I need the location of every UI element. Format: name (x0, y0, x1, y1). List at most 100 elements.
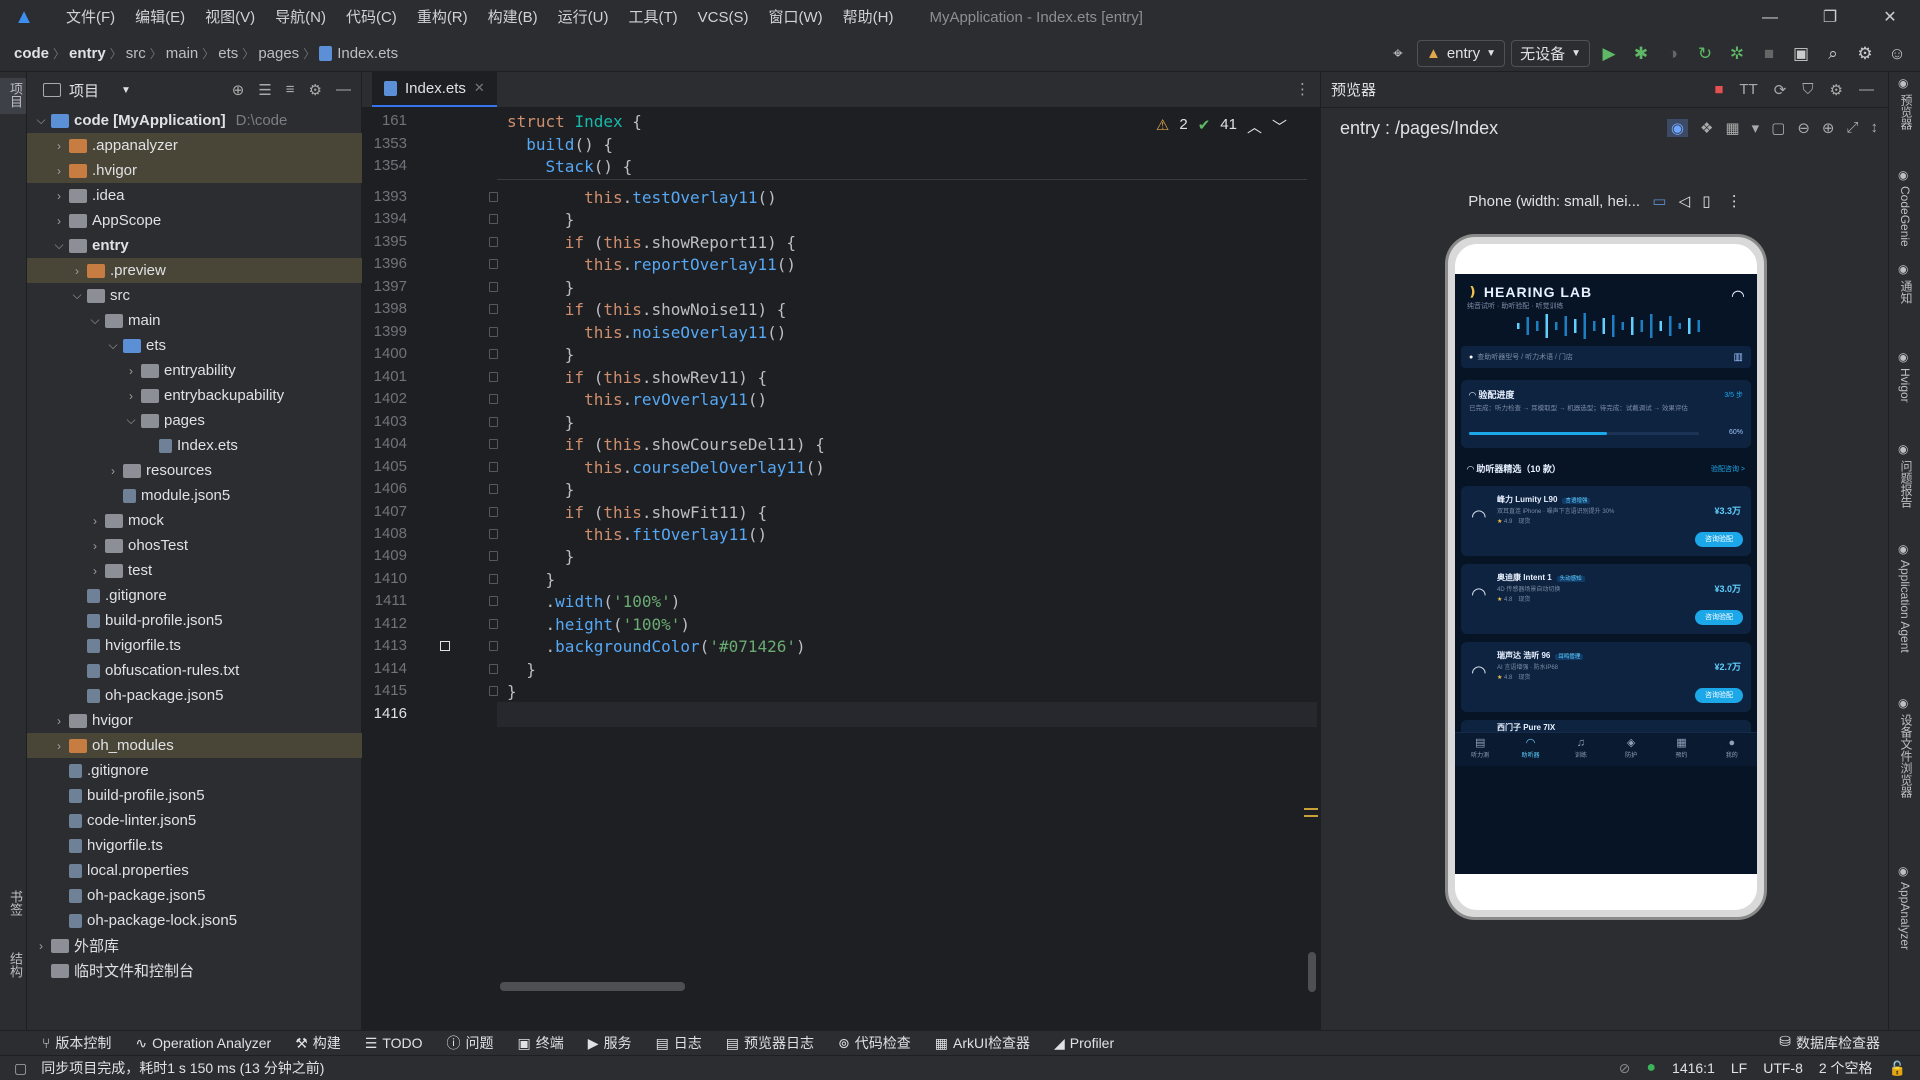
chart-icon[interactable]: ▥ (1734, 352, 1743, 363)
breadcrumb-item[interactable]: pages (258, 45, 299, 62)
tree-item[interactable]: › 外部库 (27, 933, 362, 958)
chevron-down-icon[interactable]: ⌵ (123, 413, 139, 428)
tab-index-ets[interactable]: Index.ets ✕ (372, 71, 497, 107)
tree-item[interactable]: › .idea (27, 183, 362, 208)
fullscreen-icon[interactable]: ⤢ (1846, 119, 1858, 137)
app-preview[interactable]: ❫ HEARING LAB 纯音试听 · 助听验配 · 听觉训练 ◠ ● 查助听… (1455, 274, 1757, 874)
project-tool-label[interactable]: 项目 (6, 82, 25, 108)
tree-item[interactable]: › AppScope (27, 208, 362, 233)
product-card[interactable]: ◠ 峰力 Lumity L90 言语增强 双耳直连 iPhone · 噪声下言语识别提… (1461, 486, 1751, 556)
product-card[interactable]: ◠ 瑞声达 浩听 96 耳鸣管理 AI 言语增强 · 防水IP68 ★ 4.8 现货 ¥2.… (1461, 642, 1751, 712)
more-vertical-icon[interactable]: ⋮ (1727, 193, 1742, 210)
headphones-icon[interactable]: ◠ (1731, 286, 1745, 306)
settings-icon[interactable]: ⚙ (1852, 41, 1878, 67)
inspection-widget[interactable]: ⚠ 2 ✔ 41 ︿ ﹀ (1156, 116, 1287, 137)
tree-item[interactable]: ⌵ src (27, 283, 362, 308)
problem-report-tool-label[interactable]: 问题报告 (1898, 460, 1915, 508)
reload-icon[interactable]: ↻ (1692, 41, 1718, 67)
tree-item[interactable]: build-profile.json5 (27, 783, 362, 808)
tree-item[interactable]: 临时文件和控制台 (27, 958, 362, 983)
menu-item[interactable]: 导航(N) (265, 0, 336, 35)
ruler-icon[interactable]: ↕ (1871, 119, 1879, 137)
debug-icon[interactable]: ✱ (1628, 41, 1654, 67)
app-tab[interactable]: ● 我的 (1707, 733, 1757, 766)
layers-icon[interactable]: ❖ (1700, 119, 1713, 137)
menu-item[interactable]: 帮助(H) (833, 0, 904, 35)
zoom-out-icon[interactable]: ⊖ (1797, 119, 1810, 137)
tree-item[interactable]: ⌵ ets (27, 333, 362, 358)
menu-item[interactable]: 构建(B) (478, 0, 548, 35)
bottom-tool-button[interactable]: ⊚ 代码检查 (838, 1033, 911, 1053)
close-icon[interactable]: ✕ (1860, 0, 1920, 35)
app-tab[interactable]: ◠ 助听器 (1505, 733, 1555, 766)
refresh-icon[interactable]: ⟳ (1774, 81, 1787, 99)
consult-button[interactable]: 咨询验配 (1695, 610, 1743, 625)
horizontal-scrollbar[interactable] (500, 982, 685, 991)
menu-item[interactable]: VCS(S) (688, 0, 759, 35)
tree-item[interactable]: › test (27, 558, 362, 583)
bottom-tool-button[interactable]: ☰ TODO (365, 1033, 423, 1053)
breadcrumb-item[interactable]: Index.ets (337, 45, 398, 62)
appanalyzer-tool-label[interactable]: AppAnalyzer (1898, 882, 1912, 950)
application-agent-tool-label[interactable]: Application Agent (1898, 560, 1912, 653)
close-tab-icon[interactable]: ✕ (474, 80, 485, 96)
zoom-in-icon[interactable]: ⊕ (1822, 119, 1835, 137)
fold-icon[interactable]: ▯ (1702, 193, 1710, 210)
tree-item[interactable]: local.properties (27, 858, 362, 883)
chevron-right-icon[interactable]: › (87, 564, 103, 578)
attach-icon[interactable]: ◑ (1660, 41, 1686, 67)
tree-item[interactable]: obfuscation-rules.txt (27, 658, 362, 683)
tree-item[interactable]: ⌵ main (27, 308, 362, 333)
chevron-down-icon[interactable]: ⌵ (105, 338, 121, 353)
tree-item[interactable]: Index.ets (27, 433, 362, 458)
tree-item[interactable]: hvigorfile.ts (27, 833, 362, 858)
menu-item[interactable]: 运行(U) (548, 0, 619, 35)
bottom-tool-button[interactable]: ⓘ 问题 (447, 1033, 494, 1053)
tree-item[interactable]: module.json5 (27, 483, 362, 508)
menu-item[interactable]: 重构(R) (407, 0, 478, 35)
tree-item[interactable]: › mock (27, 508, 362, 533)
device-manager-icon[interactable]: ▣ (1788, 41, 1814, 67)
menu-item[interactable]: 代码(C) (336, 0, 407, 35)
bottom-tool-button[interactable]: ⚒ 构建 (295, 1033, 341, 1053)
tree-item[interactable]: › .hvigor (27, 158, 362, 183)
more-vertical-icon[interactable]: ⋮ (1295, 80, 1310, 98)
stop-icon[interactable]: ■ (1756, 41, 1782, 67)
chevron-right-icon[interactable]: › (51, 739, 67, 753)
app-tab[interactable]: ▤ 听力测 (1455, 733, 1505, 766)
tree-item[interactable]: .gitignore (27, 583, 362, 608)
fit-icon[interactable]: ▢ (1771, 119, 1785, 137)
hvigor-tool-label[interactable]: Hvigor (1898, 368, 1912, 403)
rotate-icon[interactable]: ◁ (1679, 193, 1691, 210)
bottom-tool-button[interactable]: ▤ 日志 (656, 1033, 702, 1053)
product-card[interactable]: ◠ 奥迪康 Intent 1 头动感知 4D 传感器场景自动切换 ★ 4.8 现货 ¥3.0… (1461, 564, 1751, 634)
previewer-tool-label[interactable]: 预览器 (1898, 94, 1915, 130)
chevron-right-icon[interactable]: › (69, 264, 85, 278)
locate-icon[interactable]: ⊕ (232, 81, 245, 99)
app-tab[interactable]: ◈ 防护 (1606, 733, 1656, 766)
tree-item[interactable]: ⌵ entry (27, 233, 362, 258)
codegenie-tool-label[interactable]: CodeGenie (1898, 186, 1912, 247)
chevron-right-icon[interactable]: › (51, 214, 67, 228)
chevron-right-icon[interactable]: › (51, 189, 67, 203)
tree-item[interactable]: hvigorfile.ts (27, 633, 362, 658)
tree-item[interactable]: oh-package-lock.json5 (27, 908, 362, 933)
hide-icon[interactable]: — (1859, 81, 1874, 99)
chevron-down-icon[interactable]: ▼ (121, 85, 131, 96)
stop-preview-icon[interactable]: ■ (1714, 81, 1723, 99)
code-area[interactable]: struct Index { build() { Stack() { ⚠ 2 ✔ 4… (497, 108, 1317, 993)
chevron-down-icon[interactable]: ⌵ (33, 113, 49, 128)
tree-item[interactable]: › entryability (27, 358, 362, 383)
breadcrumb-item[interactable]: code (14, 45, 49, 62)
target-icon[interactable]: ⌖ (1385, 41, 1411, 67)
bottom-tool-button[interactable]: ⑂ 版本控制 (42, 1033, 111, 1053)
run-icon[interactable]: ▶ (1596, 41, 1622, 67)
chevron-right-icon[interactable]: › (123, 389, 139, 403)
bottom-tool-button[interactable]: ▦ ArkUI检查器 (935, 1033, 1030, 1053)
tree-item[interactable]: › .appanalyzer (27, 133, 362, 158)
chevron-up-icon[interactable]: ︿ (1247, 116, 1262, 137)
chevron-right-icon[interactable]: › (87, 539, 103, 553)
bookmarks-tool-label[interactable]: 书签 (6, 890, 25, 916)
status-ok-icon[interactable]: ● (1646, 1059, 1656, 1077)
tree-item[interactable]: › ohosTest (27, 533, 362, 558)
